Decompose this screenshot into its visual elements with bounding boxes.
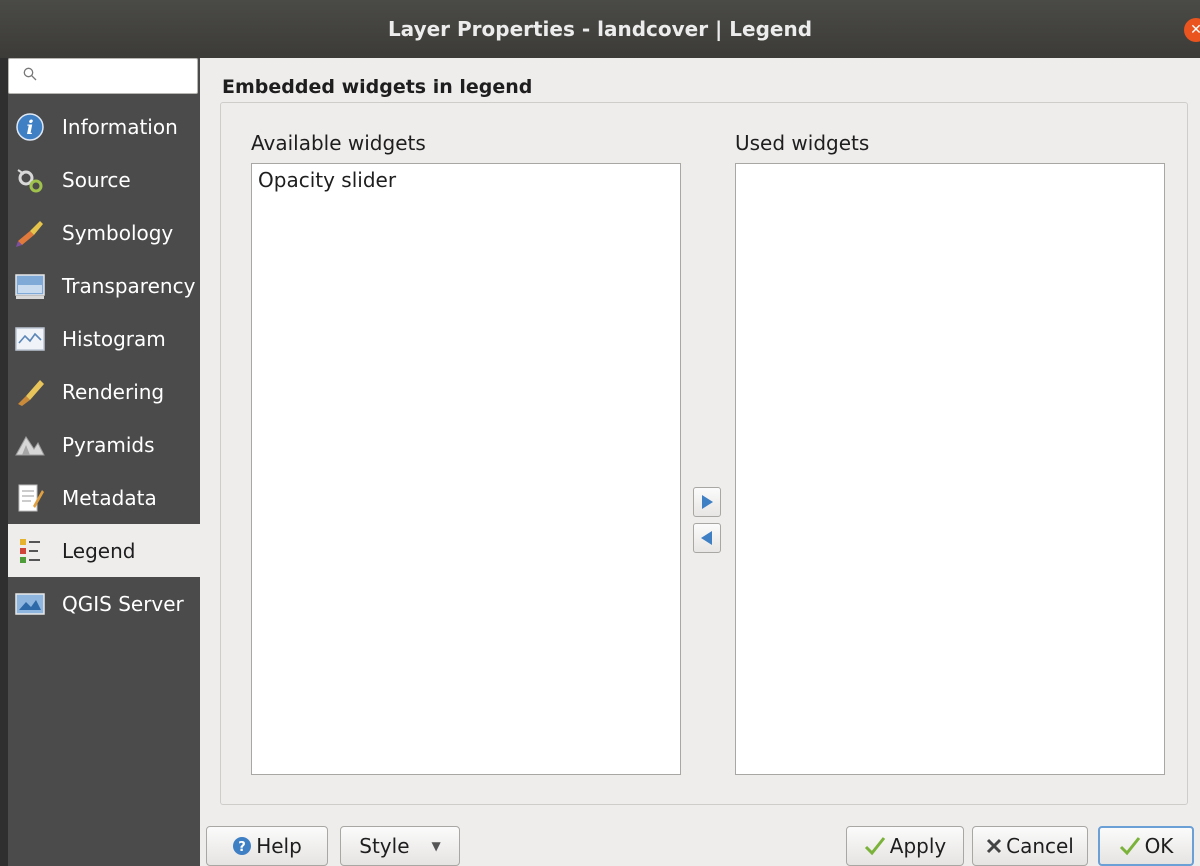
sidebar-item-pyramids[interactable]: Pyramids [8,418,200,471]
section-title: Embedded widgets in legend [222,76,533,98]
main-panel: Embedded widgets in legend Available wid… [206,58,1200,866]
checkmark-icon [864,836,886,856]
symbology-icon [12,215,48,251]
metadata-icon [12,480,48,516]
remove-widget-button[interactable] [693,523,721,553]
pyramids-icon [12,427,48,463]
sidebar-item-source[interactable]: Source [8,153,200,206]
sidebar-item-rendering[interactable]: Rendering [8,365,200,418]
transparency-icon [12,268,48,304]
sidebar-item-label: Symbology [62,220,174,245]
sidebar-item-label: Rendering [62,379,165,404]
sidebar-item-label: QGIS Server [62,591,184,616]
legend-icon [12,533,48,569]
search-icon [23,67,37,81]
ok-button[interactable]: OK [1098,826,1194,866]
widgets-group: Available widgets Opacity slider Used wi… [220,102,1188,805]
qgis-server-icon [12,586,48,622]
cancel-label: Cancel [1006,834,1074,858]
arrow-right-icon [702,495,713,509]
chevron-down-icon: ▼ [431,839,441,853]
search-input[interactable] [43,63,193,89]
style-label: Style [359,834,410,858]
histogram-icon [12,321,48,357]
info-icon: i [12,109,48,145]
sidebar-item-information[interactable]: i Information [8,100,200,153]
sidebar-item-qgis-server[interactable]: QGIS Server [8,577,200,630]
sidebar-item-transparency[interactable]: Transparency [8,259,200,312]
sidebar-item-label: Metadata [62,485,157,510]
arrow-left-icon [701,531,712,545]
dialog-window: i Information Source Symbology Transpare… [8,58,1200,866]
checkmark-icon [1119,836,1141,856]
style-dropdown-button[interactable]: Style ▼ [340,826,460,866]
window-title: Layer Properties - landcover | Legend [387,17,813,41]
help-label: Help [256,834,302,858]
title-bar: Layer Properties - landcover | Legend ✕ [0,0,1200,58]
sidebar: i Information Source Symbology Transpare… [8,58,200,866]
sidebar-item-legend[interactable]: Legend [8,524,200,577]
sidebar-nav: i Information Source Symbology Transpare… [8,100,200,630]
sidebar-item-label: Legend [62,538,136,563]
available-widgets-list[interactable]: Opacity slider [251,163,681,775]
help-icon: ? [232,836,252,856]
sidebar-item-histogram[interactable]: Histogram [8,312,200,365]
sidebar-item-label: Transparency [62,273,196,298]
sidebar-item-symbology[interactable]: Symbology [8,206,200,259]
cancel-button[interactable]: Cancel [972,826,1088,866]
apply-label: Apply [889,834,947,858]
sidebar-item-label: Information [62,114,178,139]
search-box[interactable] [8,58,198,94]
cancel-x-icon [986,838,1002,854]
available-widgets-label: Available widgets [251,131,426,155]
list-item[interactable]: Opacity slider [252,164,680,196]
close-button[interactable]: ✕ [1184,18,1200,42]
source-icon [12,162,48,198]
apply-button[interactable]: Apply [846,826,964,866]
sidebar-item-label: Source [62,167,131,192]
rendering-icon [12,374,48,410]
ok-label: OK [1144,834,1174,858]
used-widgets-label: Used widgets [735,131,870,155]
sidebar-item-label: Histogram [62,326,166,351]
svg-text:i: i [26,117,33,139]
used-widgets-list[interactable] [735,163,1165,775]
svg-text:?: ? [238,840,246,855]
sidebar-item-metadata[interactable]: Metadata [8,471,200,524]
add-widget-button[interactable] [693,487,721,517]
help-button[interactable]: ? Help [206,826,328,866]
sidebar-item-label: Pyramids [62,432,155,457]
